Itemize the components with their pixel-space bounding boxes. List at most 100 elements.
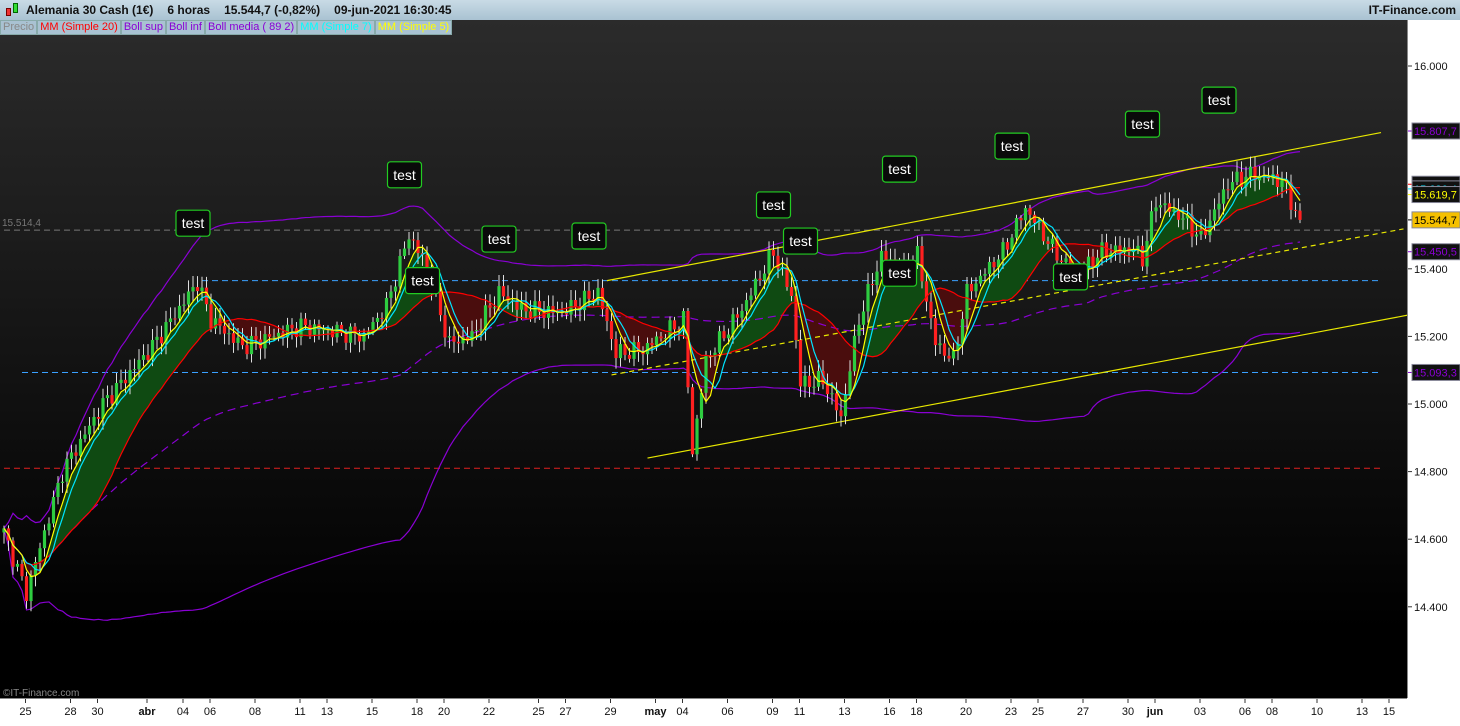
candle-body	[231, 333, 236, 343]
candle-body	[60, 481, 65, 483]
candle-body	[1100, 242, 1104, 258]
candle-body	[501, 286, 506, 297]
candle-body	[1158, 205, 1163, 208]
candle-body	[857, 324, 861, 336]
candle-body	[587, 290, 591, 299]
candle-body	[375, 317, 380, 323]
candle-body	[195, 287, 200, 292]
candle-body	[65, 458, 69, 482]
candle-body	[1280, 180, 1284, 188]
candle-body	[389, 291, 393, 298]
x-tick-label: 28	[64, 706, 76, 718]
x-tick-label: 11	[794, 706, 805, 718]
candle-body	[1091, 256, 1095, 267]
candle-body	[159, 336, 164, 344]
ma-fill	[175, 321, 180, 370]
candle-body	[1023, 208, 1028, 221]
x-tick-label: 30	[91, 706, 103, 718]
legend-item[interactable]: MM (Simple 5)	[374, 20, 453, 35]
candle-body	[519, 302, 524, 310]
candle-body	[983, 273, 987, 276]
candle-body	[528, 311, 533, 318]
candle-body	[1059, 260, 1064, 262]
ma-fill	[994, 267, 999, 302]
x-tick-label: 09	[766, 706, 778, 718]
candle-body	[659, 336, 663, 339]
candle-body	[767, 250, 771, 274]
candle-body	[749, 295, 753, 301]
annotation-label: test	[789, 233, 812, 249]
x-tick-label: 22	[483, 706, 495, 718]
candle-body	[411, 239, 416, 241]
value-tag-label: 15.093,3	[1414, 367, 1457, 379]
candle-body	[380, 317, 384, 319]
candle-body	[933, 318, 938, 346]
ma-fill	[1268, 175, 1273, 199]
candle-body	[1001, 242, 1005, 260]
chart-plot-area[interactable]: 15.514,4 test test test test test test test test…	[0, 20, 1409, 698]
timeframe: 6 horas	[167, 3, 211, 17]
annotation-label: test	[1001, 138, 1024, 154]
x-tick-label: 15	[1383, 706, 1395, 718]
time-axis[interactable]: 25 28 30 abr 04 06 08 11 13 15 18 20 22 25 27 29 may 04 06…	[0, 698, 1407, 720]
price-axis[interactable]: 16.000 15.400 15.200 15.000 14.800 14.600 14.4…	[1407, 20, 1460, 698]
x-tick-label: 16	[883, 706, 895, 718]
candle-body	[227, 333, 231, 335]
candle-body	[312, 324, 317, 335]
candle-body	[830, 393, 834, 395]
y-tick-label: 16.000	[1414, 61, 1448, 73]
x-tick-label: 08	[249, 706, 261, 718]
x-tick-label: 04	[177, 706, 189, 718]
candle-body	[272, 336, 276, 338]
x-tick-label: 06	[204, 706, 216, 718]
candle-body	[69, 452, 74, 459]
candle-body	[245, 345, 249, 355]
candle-body	[186, 291, 191, 305]
legend-item[interactable]: Boll media ( 89 2)	[204, 20, 298, 35]
candle-body	[407, 239, 411, 249]
ma-fill	[827, 319, 832, 386]
candle-body	[456, 341, 461, 344]
test-annotation: test	[782, 227, 819, 255]
candle-body	[515, 301, 519, 310]
legend-item[interactable]: MM (Simple 20)	[37, 20, 121, 35]
legend-item[interactable]: Precio	[0, 20, 38, 35]
legend-item[interactable]: Boll inf	[165, 20, 205, 35]
legend-item[interactable]: Boll sup	[120, 20, 166, 35]
candle-body	[726, 334, 731, 339]
candle-body	[861, 311, 866, 325]
candle-body	[672, 320, 677, 330]
candle-body	[825, 384, 830, 395]
candle-body	[42, 530, 47, 549]
candle-body	[1050, 238, 1055, 244]
brand: IT-Finance.com	[1368, 3, 1456, 17]
ma-fill	[1237, 184, 1242, 211]
datetime: 09-jun-2021 16:30:45	[334, 3, 452, 17]
candle-body	[618, 344, 623, 359]
candle-body	[1005, 242, 1010, 250]
candle-body	[974, 283, 978, 292]
candle-body	[488, 305, 492, 308]
candle-body	[852, 335, 857, 372]
candle-body	[452, 336, 456, 342]
y-tick-label: 15.200	[1414, 331, 1448, 343]
candle-body	[1028, 208, 1032, 215]
candle-body	[654, 336, 659, 346]
candle-body	[177, 305, 182, 319]
candle-body	[447, 336, 452, 338]
candle-body	[1019, 218, 1023, 221]
x-tick-label: 23	[1005, 706, 1017, 718]
hline-label: 15.514,4	[2, 218, 41, 229]
x-tick-label: 25	[1032, 706, 1044, 718]
legend-item[interactable]: MM (Simple 7)	[297, 20, 375, 35]
test-annotation: test	[386, 161, 423, 189]
ma-fill	[67, 474, 72, 536]
candle-body	[1041, 222, 1046, 242]
candle-body	[38, 548, 42, 562]
y-tick-label: 15.000	[1414, 399, 1448, 411]
x-tick-label: 20	[960, 706, 972, 718]
x-tick-label: 13	[321, 706, 333, 718]
x-tick-label: jun	[1146, 706, 1164, 718]
ma-fill	[1255, 176, 1260, 205]
candle-body	[29, 575, 33, 602]
